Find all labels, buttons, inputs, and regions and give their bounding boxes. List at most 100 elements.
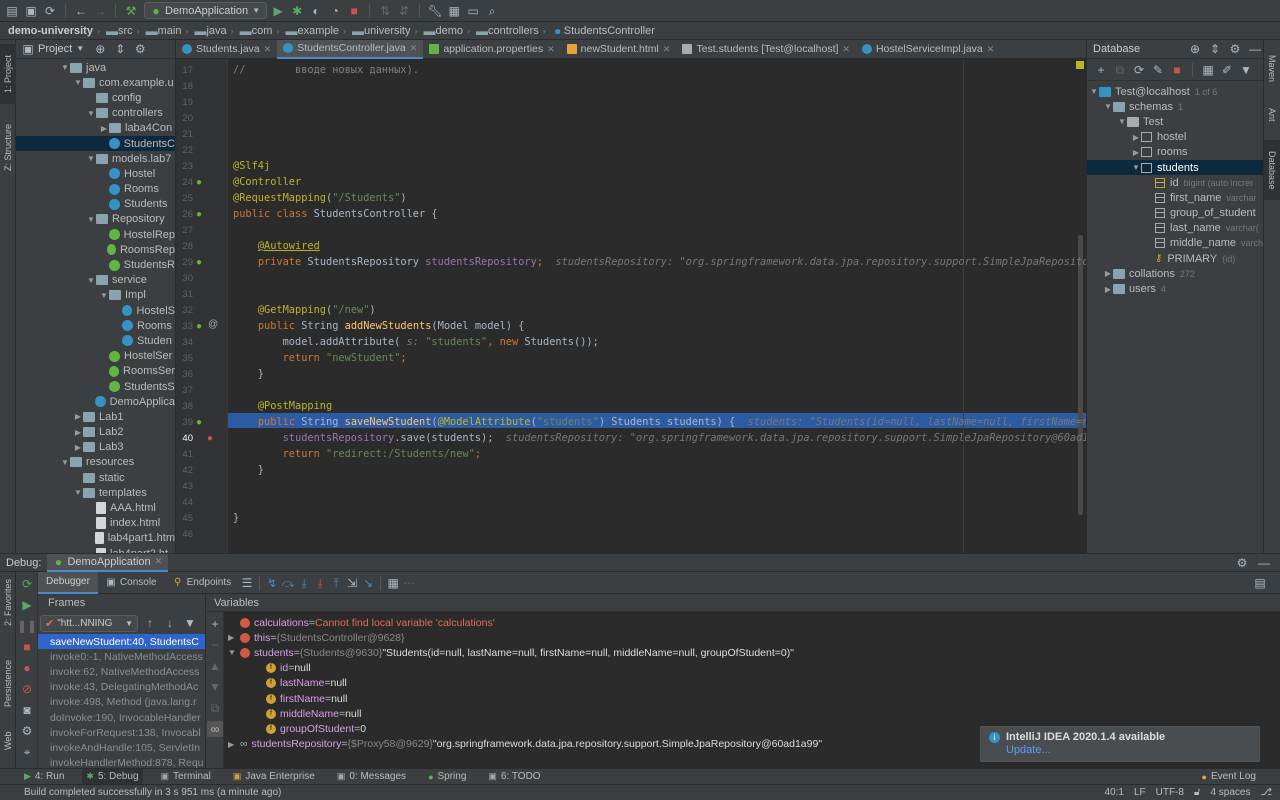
stack-frame[interactable]: saveNewStudent:40, StudentsC: [38, 634, 205, 650]
database-tree-node[interactable]: id bigint (auto increr: [1087, 175, 1263, 190]
stack-frame[interactable]: doInvoke:190, InvocableHandler: [38, 710, 205, 725]
add-icon[interactable]: +: [207, 616, 223, 632]
line-number[interactable]: 44: [176, 495, 193, 510]
database-tree-node[interactable]: last_name varchar(: [1087, 221, 1263, 236]
chevron-right-icon[interactable]: ▶: [73, 428, 83, 437]
code-line[interactable]: model.addAttribute( s: "students", new S…: [233, 335, 599, 350]
run-to-cursor-icon[interactable]: ↘: [360, 575, 376, 591]
bottom-tool-tab[interactable]: ● Spring: [424, 769, 470, 785]
thread-select[interactable]: ✔ "htt...NNING ▼: [40, 614, 138, 632]
gear-icon[interactable]: ⚙: [132, 41, 148, 57]
step-over-icon[interactable]: ⤼: [280, 575, 296, 591]
run-icon[interactable]: ▶: [270, 3, 286, 19]
line-number[interactable]: 28: [176, 239, 193, 254]
tool-tab-project[interactable]: 1: Project: [0, 44, 16, 104]
update-notification[interactable]: i IntelliJ IDEA 2020.1.4 available Updat…: [980, 726, 1260, 762]
add-icon[interactable]: +: [1093, 62, 1109, 78]
project-tree-node[interactable]: Rooms: [16, 182, 175, 197]
event-log-tab[interactable]: ● Event Log: [1202, 771, 1256, 782]
stop-icon[interactable]: ■: [346, 3, 362, 19]
project-tree-node[interactable]: HostelSer: [16, 349, 175, 364]
stack-frame[interactable]: invokeForRequest:138, Invocabl: [38, 725, 205, 740]
project-tree-node[interactable]: static: [16, 470, 175, 485]
tool-tab-ant[interactable]: Ant: [1264, 100, 1280, 130]
editor-tab[interactable]: application.properties ✕: [423, 40, 560, 59]
tool-tab-maven[interactable]: Maven: [1264, 44, 1280, 94]
indent-setting[interactable]: 4 spaces: [1210, 787, 1250, 798]
open-folder-icon[interactable]: ▤: [4, 3, 20, 19]
chevron-right-icon[interactable]: ▶: [1131, 148, 1141, 157]
list-icon[interactable]: ☰: [239, 575, 255, 591]
close-icon[interactable]: ✕: [987, 44, 995, 55]
spring-bean-icon[interactable]: ●: [196, 177, 202, 188]
code-line[interactable]: return "redirect:/Students/new";: [233, 447, 481, 462]
project-tree-node[interactable]: ▼ service: [16, 273, 175, 288]
chevron-down-icon[interactable]: ▼: [1103, 102, 1113, 111]
close-icon[interactable]: ✕: [155, 556, 163, 567]
pin-icon[interactable]: ⌖: [19, 744, 35, 760]
line-number[interactable]: 42: [176, 463, 193, 478]
usages-icon[interactable]: @: [208, 319, 218, 330]
debug-icon[interactable]: ✱: [289, 3, 305, 19]
layout-icon[interactable]: ▤: [1252, 575, 1268, 591]
debug-session-tab[interactable]: ● DemoApplication ✕: [47, 553, 169, 572]
project-structure-icon[interactable]: ▦: [446, 3, 462, 19]
project-tree-node[interactable]: StudentsR: [16, 257, 175, 272]
table-icon[interactable]: ▦: [1200, 62, 1216, 78]
minimize-icon[interactable]: —: [1247, 41, 1263, 57]
breadcrumb-item[interactable]: university: [364, 25, 410, 37]
code-line[interactable]: }: [233, 511, 239, 526]
project-tree-node[interactable]: Studen: [16, 333, 175, 348]
chevron-right-icon[interactable]: ▶: [228, 633, 240, 642]
code-line[interactable]: }: [233, 463, 264, 478]
project-tree-node[interactable]: ▼ models.lab7: [16, 151, 175, 166]
request-mapping-icon[interactable]: ●: [196, 417, 202, 428]
line-number[interactable]: 18: [176, 79, 193, 94]
gear-icon[interactable]: ⚙: [1227, 41, 1243, 57]
chevron-down-icon[interactable]: ▼: [60, 63, 70, 72]
project-tree-node[interactable]: ▶ Lab2: [16, 425, 175, 440]
database-tree-node[interactable]: ▶ hostel: [1087, 130, 1263, 145]
line-number[interactable]: 45: [176, 511, 193, 526]
line-number[interactable]: 24: [176, 175, 193, 190]
forward-icon[interactable]: →: [92, 3, 108, 19]
chevron-right-icon[interactable]: ▶: [1131, 133, 1141, 142]
chevron-right-icon[interactable]: ▶: [99, 124, 109, 133]
line-number[interactable]: 32: [176, 303, 193, 318]
file-encoding[interactable]: UTF-8: [1156, 787, 1184, 798]
database-tree-node[interactable]: ▶ users 4: [1087, 281, 1263, 296]
bottom-tool-tab[interactable]: ▣ Java Enterprise: [229, 769, 319, 785]
line-number[interactable]: 43: [176, 479, 193, 494]
variable-row[interactable]: f firstName = null: [224, 691, 1280, 706]
project-tree-node[interactable]: Hostel: [16, 166, 175, 181]
chevron-right-icon[interactable]: ▶: [73, 412, 83, 421]
sdk-icon[interactable]: ▭: [465, 3, 481, 19]
line-number[interactable]: 30: [176, 271, 193, 286]
database-tree-node[interactable]: ▼ Test@localhost 1 of 6: [1087, 84, 1263, 99]
stack-frame[interactable]: invoke0:-1, NativeMethodAccess: [38, 649, 205, 664]
breadcrumb-item[interactable]: demo-university: [8, 25, 93, 37]
lock-icon[interactable]: 🔓︎: [1194, 787, 1200, 798]
breakpoint-icon[interactable]: ●: [207, 433, 213, 444]
line-number[interactable]: 21: [176, 127, 193, 142]
breadcrumb-item[interactable]: main: [158, 25, 182, 37]
editor-tab[interactable]: newStudent.html ✕: [561, 40, 677, 59]
force-step-into-icon[interactable]: ⤓: [312, 575, 328, 591]
run-configuration-select[interactable]: ● DemoApplication ▼: [144, 2, 268, 19]
wrench-icon[interactable]: 🔧︎: [427, 3, 443, 19]
chevron-right-icon[interactable]: ▶: [228, 740, 240, 749]
copy-icon[interactable]: ⧉: [207, 700, 223, 716]
collapse-icon[interactable]: ⇕: [1207, 41, 1223, 57]
status-message[interactable]: Build completed successfully in 3 s 951 …: [24, 787, 281, 798]
line-number[interactable]: 39: [176, 415, 193, 430]
refresh-icon[interactable]: ⟳: [1131, 62, 1147, 78]
code-editor[interactable]: // вводе новых данных). @Slf4j @Controller…: [228, 59, 1086, 553]
code-line[interactable]: return "newStudent";: [233, 351, 407, 366]
variable-row[interactable]: ▶ this = {StudentsController@9628}: [224, 630, 1280, 645]
close-icon[interactable]: ✕: [663, 44, 671, 55]
close-icon[interactable]: ✕: [547, 44, 555, 55]
step-into-icon[interactable]: ⤓: [296, 575, 312, 591]
stack-frame[interactable]: invokeHandlerMethod:878, Requ: [38, 756, 205, 768]
code-line[interactable]: public String saveNewStudent(@ModelAttri…: [233, 415, 1086, 430]
down-arrow-icon[interactable]: ↓: [162, 615, 178, 631]
